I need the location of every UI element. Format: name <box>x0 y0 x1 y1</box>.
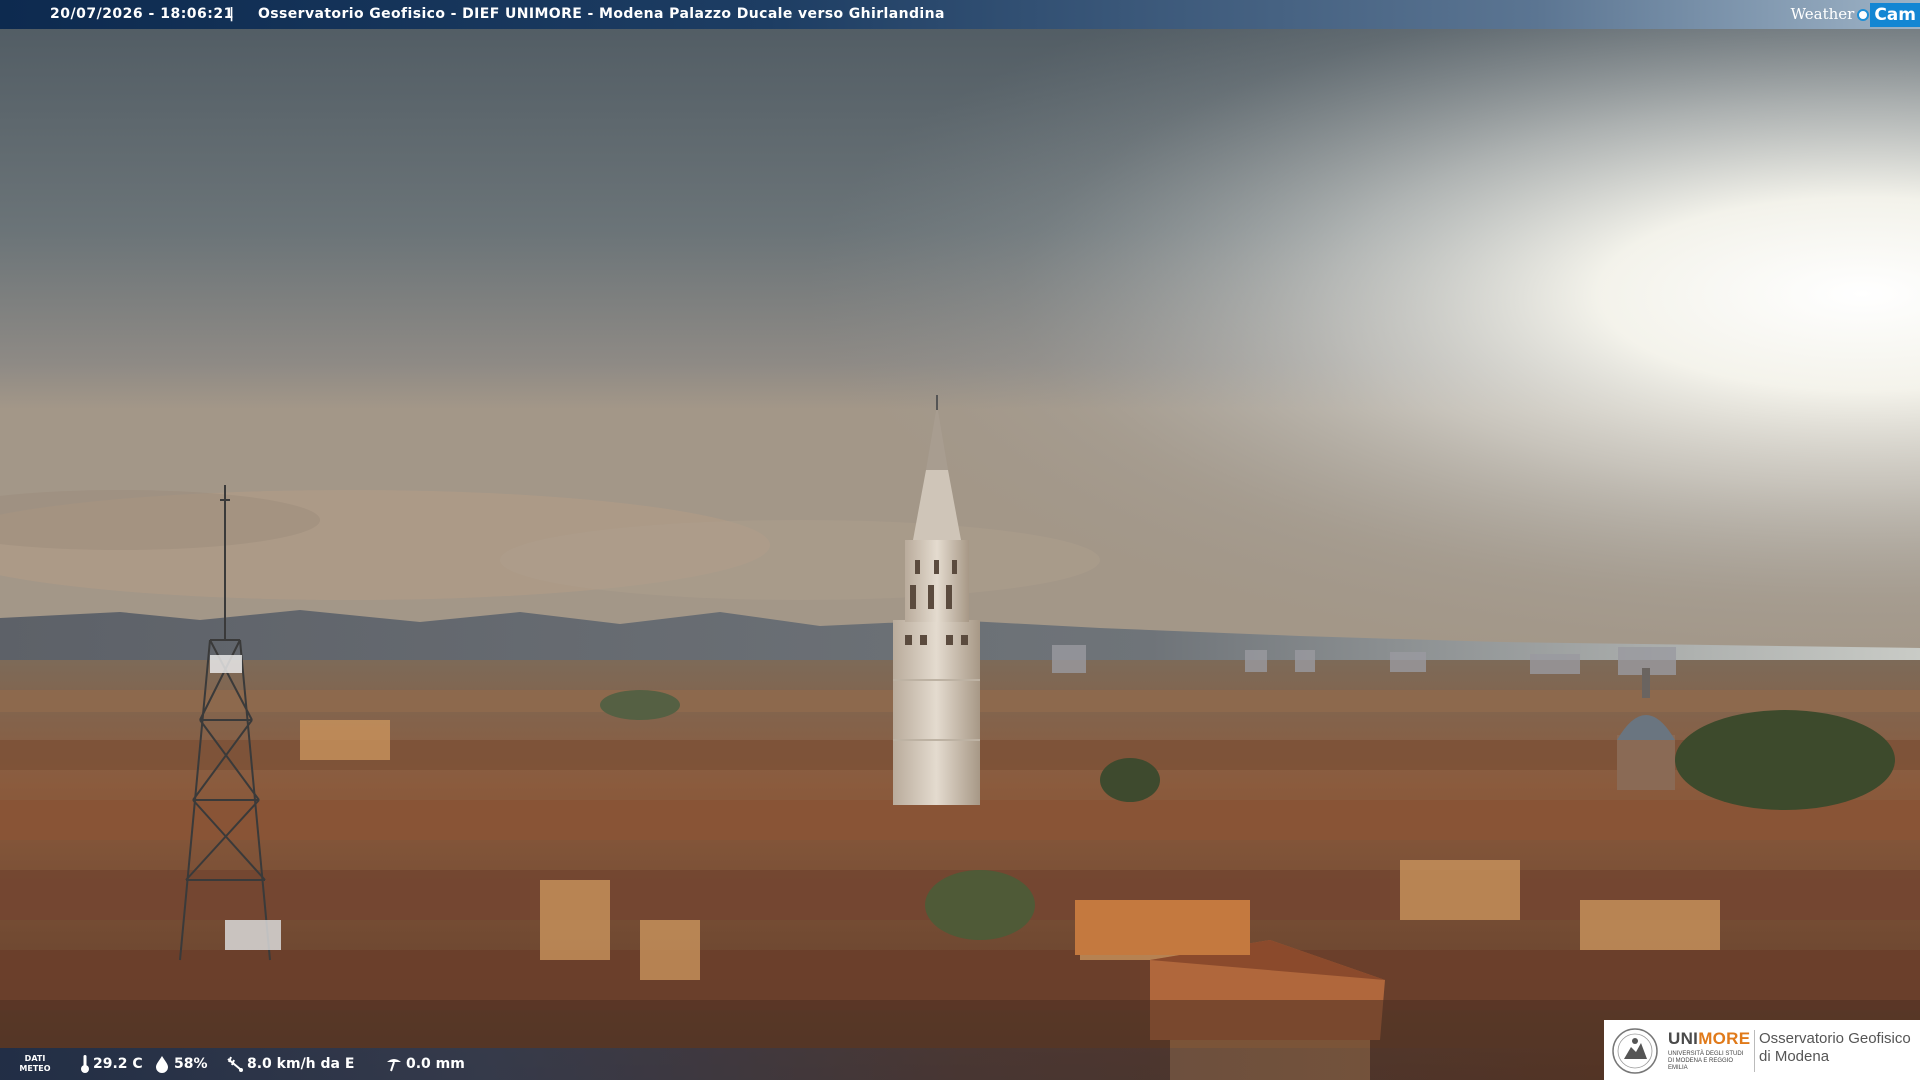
wind-reading: 8.0 km/h da E <box>226 1048 354 1080</box>
observatory-name-line2: di Modena <box>1759 1048 1830 1065</box>
temperature-value: 29.2 C <box>93 1056 143 1072</box>
weathercam-logo: Weather Cam <box>1791 0 1920 29</box>
rain-reading: 0.0 mm <box>385 1048 465 1080</box>
unimore-wordmark-uni: UNI <box>1668 1029 1699 1048</box>
humidity-reading: 58% <box>153 1048 208 1080</box>
weather-data-label-line2: METEO <box>19 1064 51 1073</box>
camera-lens-icon <box>1857 8 1870 21</box>
logo-divider <box>1754 1030 1755 1072</box>
weathercam-logo-text-weather: Weather <box>1790 5 1855 23</box>
humidity-value: 58% <box>174 1056 208 1072</box>
rain-value: 0.0 mm <box>406 1056 465 1072</box>
observatory-name: Osservatorio Geofisico di Modena <box>1759 1030 1911 1066</box>
observatory-name-line1: Osservatorio Geofisico <box>1759 1030 1911 1047</box>
weather-data-label: DATI METEO <box>18 1054 52 1074</box>
unimore-wordmark: UNIMORE <box>1668 1029 1750 1049</box>
camera-title: Osservatorio Geofisico - DIEF UNIMORE - … <box>258 6 945 22</box>
university-full-name: UNIVERSITÀ DEGLI STUDI DI MODENA E REGGI… <box>1668 1051 1744 1071</box>
temperature-reading: 29.2 C <box>80 1048 143 1080</box>
unimore-logo-box: UNIMORE UNIVERSITÀ DEGLI STUDI DI MODENA… <box>1604 1020 1920 1080</box>
droplet-icon <box>156 1056 168 1073</box>
header-separator: | <box>229 6 235 22</box>
wind-value: 8.0 km/h da E <box>247 1056 355 1072</box>
webcam-frame: 20/07/2026 - 18:06:21 | Osservatorio Geo… <box>0 0 1920 1080</box>
university-seal-icon <box>1612 1028 1658 1074</box>
weather-data-label-line1: DATI <box>24 1054 46 1063</box>
header-bar: 20/07/2026 - 18:06:21 | Osservatorio Geo… <box>0 0 1920 29</box>
rain-gauge-icon <box>387 1059 401 1072</box>
city-panorama-image <box>0 0 1920 1080</box>
wind-icon <box>227 1056 243 1072</box>
timestamp: 20/07/2026 - 18:06:21 <box>50 6 234 22</box>
weathercam-logo-text-cam: Cam <box>1870 2 1920 27</box>
thermometer-icon <box>81 1055 89 1073</box>
unimore-wordmark-more: MORE <box>1698 1029 1751 1048</box>
weather-data-bar: DATI METEO 29.2 C 58% 8.0 km/h da E 0.0 … <box>0 1048 1600 1080</box>
